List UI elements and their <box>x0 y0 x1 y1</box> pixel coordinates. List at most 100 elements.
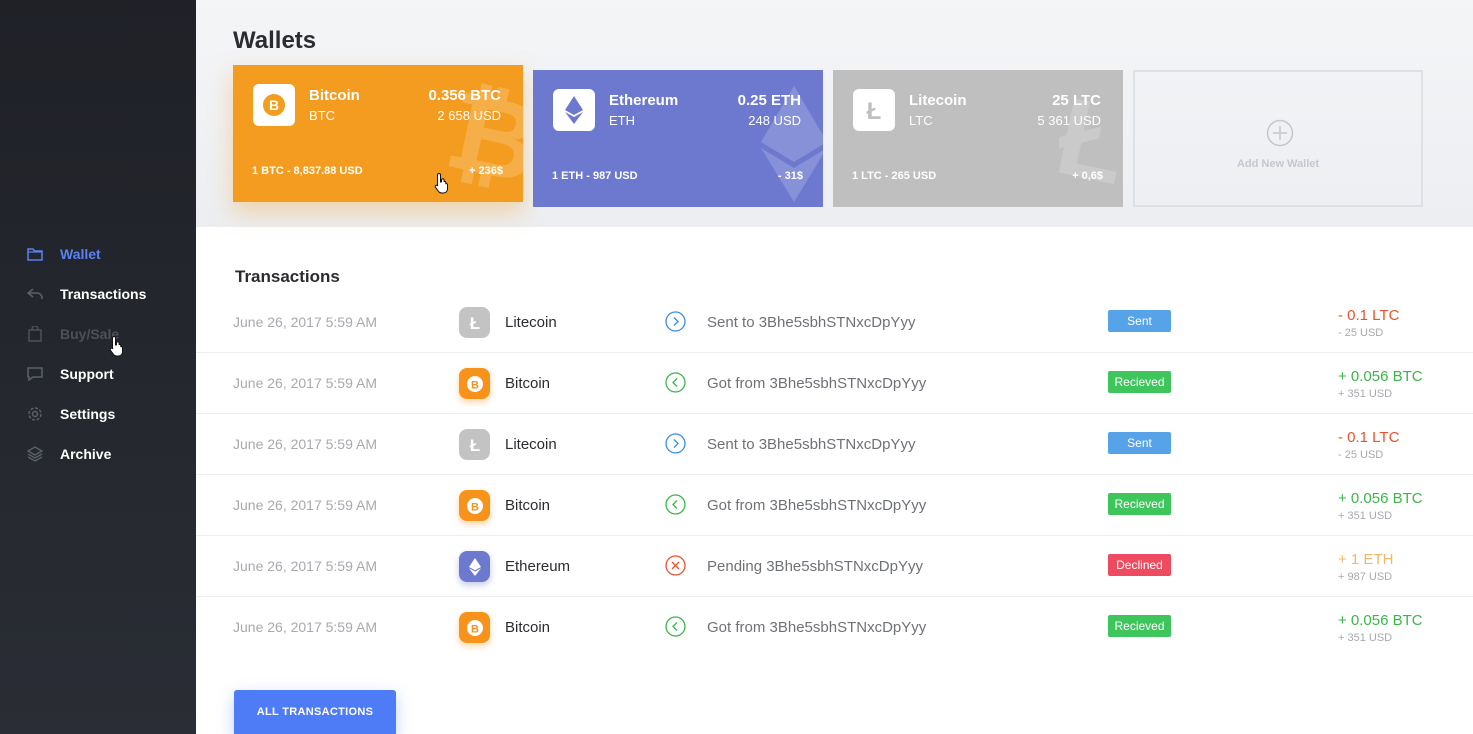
tx-usd: + 351 USD <box>1338 510 1393 522</box>
wallet-change: - 31$ <box>777 170 803 182</box>
wallet-name: Bitcoin <box>309 87 360 104</box>
tx-amount: + 1 ETH <box>1338 551 1394 568</box>
gear-icon <box>26 405 44 423</box>
tx-date: June 26, 2017 5:59 AM <box>233 497 377 513</box>
wallet-symbol: ETH <box>609 113 635 128</box>
arrow-left-circle-icon <box>665 494 686 515</box>
tx-coin-name: Bitcoin <box>505 497 551 514</box>
tx-coin-name: Litecoin <box>505 314 557 331</box>
table-row[interactable]: June 26, 2017 5:59 AM Ethereum Pending 3… <box>196 536 1473 597</box>
wallet-amount: 25 LTC <box>1052 92 1101 109</box>
sidebar-item-archive[interactable]: Archive <box>0 434 196 474</box>
tx-amount: - 0.1 LTC <box>1338 429 1400 446</box>
x-circle-icon <box>665 555 686 576</box>
wallets-header: Wallets ₿ B Bitcoin BTC 0.356 BTC 2 658 … <box>196 0 1473 227</box>
reply-arrow-icon <box>26 285 44 303</box>
sidebar: Wallet Transactions Buy/Sale Support Set… <box>0 0 196 734</box>
arrow-left-circle-icon <box>665 372 686 393</box>
table-row[interactable]: June 26, 2017 5:59 AM Ł Litecoin Sent to… <box>196 292 1473 353</box>
wallet-usd: 5 361 USD <box>1037 113 1101 128</box>
wallet-card-litecoin[interactable]: Ł Ł Litecoin LTC 25 LTC 5 361 USD 1 LTC … <box>833 70 1123 207</box>
status-badge: Declined <box>1108 554 1171 576</box>
sidebar-item-settings[interactable]: Settings <box>0 394 196 434</box>
tx-coin-name: Bitcoin <box>505 375 551 392</box>
tx-date: June 26, 2017 5:59 AM <box>233 375 377 391</box>
tx-description: Got from 3Bhe5sbhSTNxcDpYyy <box>707 497 927 514</box>
arrow-right-circle-icon <box>665 311 686 332</box>
status-badge: Recieved <box>1108 493 1171 515</box>
sidebar-nav: Wallet Transactions Buy/Sale Support Set… <box>0 234 196 474</box>
sidebar-item-support[interactable]: Support <box>0 354 196 394</box>
wallet-change: + 236$ <box>469 165 503 177</box>
sidebar-item-label: Transactions <box>60 286 147 302</box>
sidebar-item-transactions[interactable]: Transactions <box>0 274 196 314</box>
litecoin-icon: Ł <box>459 429 490 460</box>
wallet-card-bitcoin[interactable]: ₿ B Bitcoin BTC 0.356 BTC 2 658 USD 1 BT… <box>233 65 523 202</box>
svg-text:B: B <box>269 97 279 113</box>
tx-amount: + 0.056 BTC <box>1338 612 1423 629</box>
shopping-bag-icon <box>26 325 44 343</box>
sidebar-item-label: Support <box>60 366 114 382</box>
tx-amount: + 0.056 BTC <box>1338 490 1423 507</box>
tx-description: Got from 3Bhe5sbhSTNxcDpYyy <box>707 619 927 636</box>
svg-text:B: B <box>471 501 479 513</box>
ethereum-icon <box>459 551 490 582</box>
tx-date: June 26, 2017 5:59 AM <box>233 558 377 574</box>
tx-usd: - 25 USD <box>1338 327 1384 339</box>
sidebar-item-label: Wallet <box>60 246 101 262</box>
add-new-wallet-label: Add New Wallet <box>1236 158 1320 170</box>
table-row[interactable]: June 26, 2017 5:59 AM Ł Litecoin Sent to… <box>196 414 1473 475</box>
wallet-name: Litecoin <box>909 92 967 109</box>
table-row[interactable]: June 26, 2017 5:59 AM B Bitcoin Got from… <box>196 353 1473 414</box>
tx-coin-name: Ethereum <box>505 558 571 575</box>
wallet-usd: 2 658 USD <box>437 108 501 123</box>
add-new-wallet-button[interactable]: Add New Wallet <box>1133 70 1423 207</box>
sidebar-item-label: Buy/Sale <box>60 326 120 342</box>
tx-amount: - 0.1 LTC <box>1338 307 1400 324</box>
tx-amount: + 0.056 BTC <box>1338 368 1423 385</box>
tx-description: Got from 3Bhe5sbhSTNxcDpYyy <box>707 375 927 392</box>
wallet-rate: 1 ETH - 987 USD <box>552 170 638 182</box>
wallet-rate: 1 BTC - 8,837.88 USD <box>252 165 363 177</box>
page-title: Wallets <box>233 27 317 54</box>
wallet-symbol: BTC <box>309 108 335 123</box>
transactions-list: June 26, 2017 5:59 AM Ł Litecoin Sent to… <box>196 292 1473 658</box>
litecoin-logo-icon: Ł <box>853 89 895 131</box>
table-row[interactable]: June 26, 2017 5:59 AM B Bitcoin Got from… <box>196 475 1473 536</box>
wallet-change: + 0,6$ <box>1072 170 1103 182</box>
bitcoin-icon: B <box>459 368 490 399</box>
tx-coin-name: Bitcoin <box>505 619 551 636</box>
tx-date: June 26, 2017 5:59 AM <box>233 619 377 635</box>
folder-icon <box>26 245 44 263</box>
wallet-rate: 1 LTC - 265 USD <box>852 170 937 182</box>
tx-usd: + 987 USD <box>1338 571 1393 583</box>
wallet-card-ethereum[interactable]: Ethereum ETH 0.25 ETH 248 USD 1 ETH - 98… <box>533 70 823 207</box>
svg-text:B: B <box>471 623 479 635</box>
tx-description: Sent to 3Bhe5sbhSTNxcDpYyy <box>707 314 916 331</box>
layers-icon <box>26 445 44 463</box>
all-transactions-button[interactable]: ALL TRANSACTIONS <box>234 690 396 734</box>
svg-text:Ł: Ł <box>867 98 882 123</box>
wallet-symbol: LTC <box>909 113 933 128</box>
bitcoin-icon: B <box>459 490 490 521</box>
table-row[interactable]: June 26, 2017 5:59 AM B Bitcoin Got from… <box>196 597 1473 658</box>
svg-text:Ł: Ł <box>469 436 479 454</box>
arrow-right-circle-icon <box>665 433 686 454</box>
tx-usd: - 25 USD <box>1338 449 1384 461</box>
ethereum-logo-icon <box>553 89 595 131</box>
arrow-left-circle-icon <box>665 616 686 637</box>
bitcoin-logo-icon: B <box>253 84 295 126</box>
tx-usd: + 351 USD <box>1338 632 1393 644</box>
sidebar-item-wallet[interactable]: Wallet <box>0 234 196 274</box>
status-badge: Sent <box>1108 310 1171 332</box>
tx-description: Sent to 3Bhe5sbhSTNxcDpYyy <box>707 436 916 453</box>
tx-date: June 26, 2017 5:59 AM <box>233 436 377 452</box>
wallet-name: Ethereum <box>609 92 679 109</box>
bitcoin-icon: B <box>459 612 490 643</box>
tx-usd: + 351 USD <box>1338 388 1393 400</box>
tx-description: Pending 3Bhe5sbhSTNxcDpYyy <box>707 558 923 575</box>
wallet-amount: 0.25 ETH <box>737 92 801 109</box>
sidebar-item-buy-sale[interactable]: Buy/Sale <box>0 314 196 354</box>
tx-date: June 26, 2017 5:59 AM <box>233 314 377 330</box>
sidebar-item-label: Settings <box>60 406 116 422</box>
